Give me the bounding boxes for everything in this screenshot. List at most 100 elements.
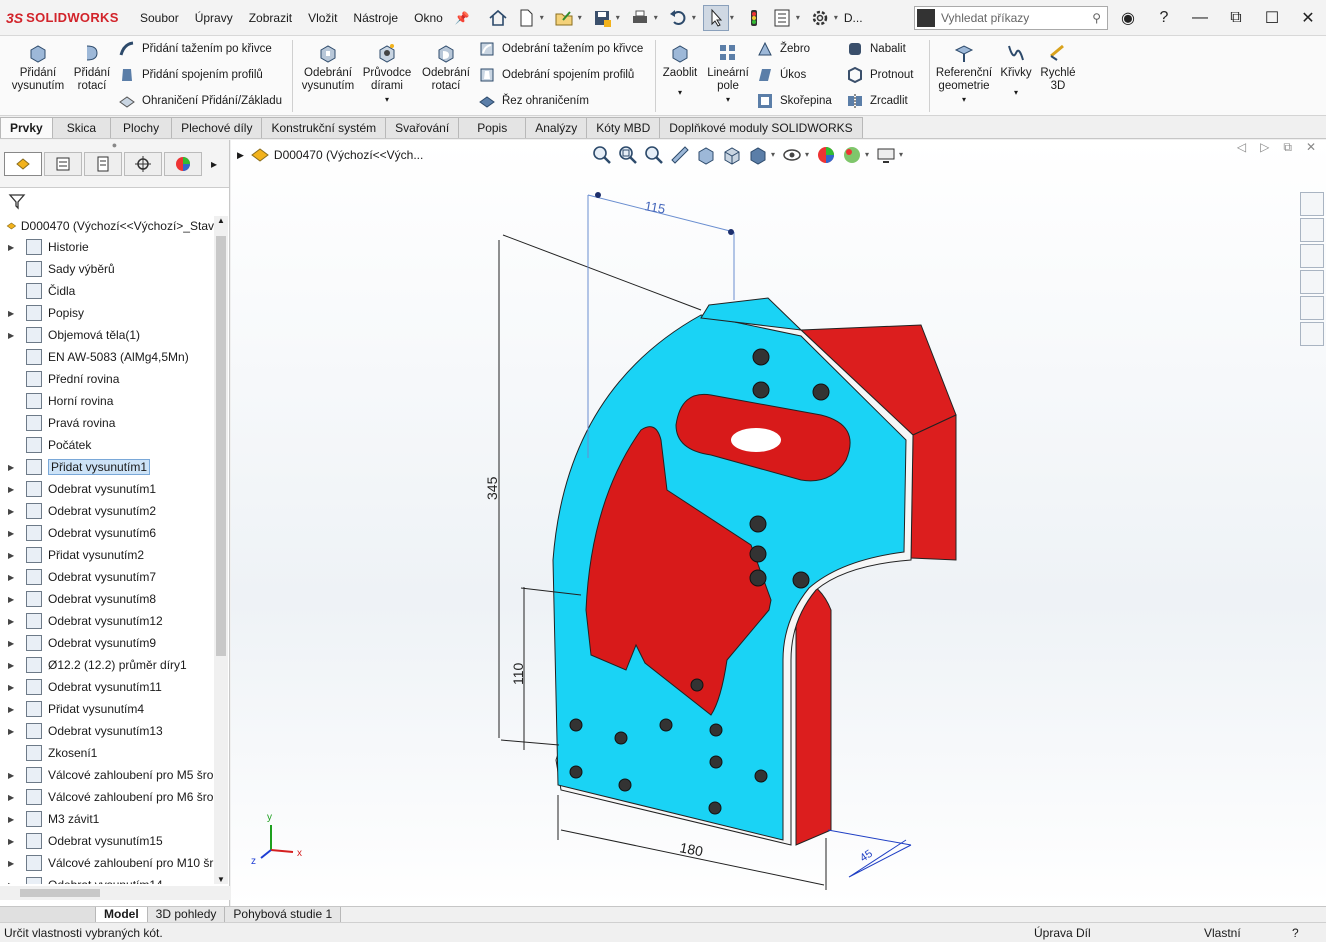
menu-zobrazit[interactable]: Zobrazit (241, 11, 300, 25)
close-button[interactable]: ✕ (1290, 8, 1326, 28)
boundary-cut-button[interactable]: Řez ohraničením (478, 90, 589, 112)
dimension-345[interactable]: 345 (484, 476, 500, 500)
vp-close-icon[interactable]: ✕ (1306, 140, 1316, 155)
tab-popis[interactable]: Popis (458, 117, 527, 138)
tree-expand-icon[interactable]: ▶ (0, 485, 14, 494)
menu-upravy[interactable]: Úpravy (187, 11, 241, 25)
filter-icon[interactable] (8, 192, 26, 210)
menu-nastroje[interactable]: Nástroje (345, 11, 406, 25)
tree-expand-icon[interactable]: ▶ (0, 309, 14, 318)
tree-item[interactable]: ▶ Válcové zahloubení pro M10 šr (0, 852, 214, 874)
dimxpert-tab-icon[interactable] (124, 152, 162, 176)
linear-pattern-button[interactable]: Lineární pole ▾ (704, 42, 752, 106)
lofted-boss-button[interactable]: Přidání spojením profilů (118, 64, 263, 86)
tree-expand-icon[interactable]: ▶ (0, 815, 14, 824)
tree-root-part[interactable]: D000470 (Výchozí<<Výchozí>_Stav (0, 216, 214, 236)
draft-button[interactable]: Úkos (756, 64, 806, 86)
propertymanager-tab-icon[interactable] (44, 152, 82, 176)
curves-button[interactable]: Křivky ▾ (998, 42, 1034, 99)
dimension-110[interactable]: 110 (510, 662, 526, 685)
options-gear-icon[interactable] (807, 5, 833, 31)
intersect-button[interactable]: Protnout (846, 64, 913, 86)
linear-pattern-dropdown-icon[interactable]: ▾ (726, 93, 730, 106)
tree-item[interactable]: ▶ Historie (0, 236, 214, 258)
undo-dropdown-icon[interactable]: ▾ (692, 13, 696, 22)
hole-wizard-button[interactable]: Průvodce dírami ▾ (360, 42, 414, 106)
tree-expand-icon[interactable]: ▶ (0, 331, 14, 340)
tab-koty-mbd[interactable]: Kóty MBD (586, 117, 661, 138)
lofted-cut-button[interactable]: Odebrání spojením profilů (478, 64, 634, 86)
tree-item[interactable]: ▶ Válcové zahloubení pro M5 šro (0, 764, 214, 786)
tree-expand-icon[interactable]: ▶ (0, 463, 14, 472)
new-dropdown-icon[interactable]: ▾ (540, 13, 544, 22)
tree-expand-icon[interactable]: ▶ (0, 595, 14, 604)
restore-button[interactable]: ⧉ (1218, 9, 1254, 27)
tree-item[interactable]: ▶ Odebrat vysunutím12 (0, 610, 214, 632)
save-icon[interactable] (589, 5, 615, 31)
new-document-icon[interactable] (513, 5, 539, 31)
featuremanager-tab-icon[interactable] (4, 152, 42, 176)
command-search[interactable]: Vyhledat příkazy ⚲ (914, 6, 1108, 30)
rebuild-icon[interactable] (741, 5, 767, 31)
tree-expand-icon[interactable]: ▶ (0, 727, 14, 736)
tree-expand-icon[interactable]: ▶ (0, 837, 14, 846)
tree-item[interactable]: ▶ Odebrat vysunutím6 (0, 522, 214, 544)
print-icon[interactable] (627, 5, 653, 31)
tree-filter[interactable] (0, 188, 229, 214)
tree-item[interactable]: Sady výběrů (0, 258, 214, 280)
tree-horizontal-scrollbar[interactable] (0, 886, 230, 900)
tree-item[interactable]: ▶ Objemová těla(1) (0, 324, 214, 346)
view-palette-icon[interactable] (1300, 270, 1324, 294)
rib-button[interactable]: Žebro (756, 38, 810, 60)
tree-item[interactable]: ▶ M3 závit1 (0, 808, 214, 830)
tab-scroll-buttons[interactable] (0, 907, 96, 922)
tab-analyzy[interactable]: Analýzy (525, 117, 588, 138)
tree-item[interactable]: ▶ Odebrat vysunutím7 (0, 566, 214, 588)
tree-expand-icon[interactable]: ▶ (0, 705, 14, 714)
pin-icon[interactable]: 📌 (455, 11, 470, 25)
fillet-button[interactable]: Zaoblit ▾ (660, 42, 700, 99)
tree-expand-icon[interactable]: ▶ (0, 771, 14, 780)
menu-okno[interactable]: Okno (406, 11, 451, 25)
tree-item[interactable]: ▶ Přidat vysunutím2 (0, 544, 214, 566)
tree-expand-icon[interactable]: ▶ (0, 507, 14, 516)
dimension-handle[interactable] (728, 229, 734, 235)
tree-expand-icon[interactable]: ▶ (0, 617, 14, 626)
magnifier-icon[interactable]: ⚲ (1092, 11, 1101, 25)
hscroll-thumb[interactable] (20, 889, 100, 897)
tree-item[interactable]: Zkosení1 (0, 742, 214, 764)
document-short-name[interactable]: D... (844, 11, 863, 25)
solidworks-resources-icon[interactable] (1300, 192, 1324, 216)
pane-handle-icon[interactable]: ● (0, 140, 229, 152)
status-units[interactable]: Vlastní (1204, 926, 1241, 940)
tree-item[interactable]: ▶ Odebrat vysunutím15 (0, 830, 214, 852)
properties-dropdown-icon[interactable]: ▾ (796, 13, 800, 22)
revolved-boss-button[interactable]: Přidání rotací (68, 42, 116, 93)
part-model-view[interactable]: 115 345 110 180 45 y x z (231, 140, 1291, 906)
tree-item[interactable]: ▶ Ø12.2 (12.2) průměr díry1 (0, 654, 214, 676)
tree-expand-icon[interactable]: ▶ (0, 573, 14, 582)
custom-properties-icon[interactable] (1300, 322, 1324, 346)
tab-model[interactable]: Model (96, 907, 148, 922)
dimension-180[interactable]: 180 (678, 839, 704, 859)
tree-item[interactable]: ▶ Odebrat vysunutím8 (0, 588, 214, 610)
file-explorer-icon[interactable] (1300, 244, 1324, 268)
tree-item[interactable]: ▶ Odebrat vysunutím13 (0, 720, 214, 742)
tree-item[interactable]: Horní rovina (0, 390, 214, 412)
tree-expand-icon[interactable]: ▶ (0, 881, 14, 885)
maximize-button[interactable]: ☐ (1254, 8, 1290, 28)
dimension-115[interactable]: 115 (643, 198, 666, 216)
tab-prvky[interactable]: Prvky (0, 117, 53, 138)
graphics-area[interactable]: ▶ D000470 (Výchozí<<Vých... ▾ ▾ ▾ ▾ ◁ ▷ … (231, 140, 1326, 906)
select-dropdown-icon[interactable]: ▾ (730, 13, 734, 22)
tree-item[interactable]: ▶ Odebrat vysunutím14 (0, 874, 214, 884)
tree-item[interactable]: EN AW-5083 (AlMg4,5Mn) (0, 346, 214, 368)
menu-vlozit[interactable]: Vložit (300, 11, 345, 25)
swept-boss-button[interactable]: Přidání tažením po křivce (118, 38, 272, 60)
pane-more-icon[interactable]: ▸ (204, 152, 224, 176)
configurationmanager-tab-icon[interactable] (84, 152, 122, 176)
tree-vertical-scrollbar[interactable]: ▲ ▼ (214, 216, 228, 884)
tree-item[interactable]: ▶ Popisy (0, 302, 214, 324)
extruded-boss-button[interactable]: Přidání vysunutím (8, 42, 68, 93)
dimension-handle[interactable] (595, 192, 601, 198)
